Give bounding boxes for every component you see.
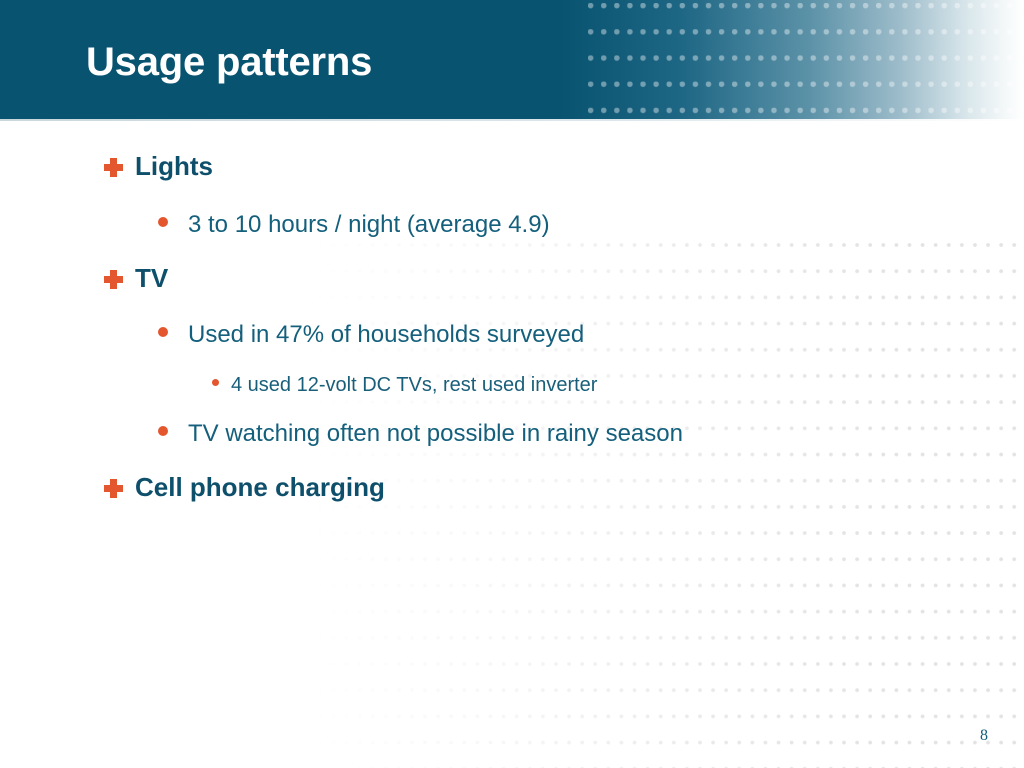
small-dot-icon xyxy=(212,379,219,386)
list-item-label: 4 used 12-volt DC TVs, rest used inverte… xyxy=(231,374,598,396)
list-item-label: TV watching often not possible in rainy … xyxy=(188,420,683,447)
background-dot-pattern xyxy=(0,238,1024,768)
list-item: Cell phone charging xyxy=(104,472,385,502)
dot-icon xyxy=(158,217,168,227)
list-item: TV watching often not possible in rainy … xyxy=(158,420,683,448)
dot-icon xyxy=(158,426,168,436)
list-item-label: Used in 47% of households surveyed xyxy=(188,321,585,348)
plus-icon xyxy=(104,158,123,177)
slide-body: Lights 3 to 10 hours / night (average 4.… xyxy=(0,119,1024,768)
list-item: 3 to 10 hours / night (average 4.9) xyxy=(158,211,550,239)
list-item-label: TV xyxy=(135,263,169,293)
list-item: Used in 47% of households surveyed xyxy=(158,321,584,349)
plus-icon xyxy=(104,270,123,289)
slide: Usage patterns Lights 3 to 10 hours / ni… xyxy=(0,0,1024,768)
page-title: Usage patterns xyxy=(86,40,373,84)
dot-icon xyxy=(158,327,168,337)
list-item: 4 used 12-volt DC TVs, rest used inverte… xyxy=(212,373,597,397)
list-item-label: 3 to 10 hours / night (average 4.9) xyxy=(188,211,550,238)
list-item-label: Cell phone charging xyxy=(135,472,385,502)
list-item-label: Lights xyxy=(135,151,213,181)
list-item: Lights xyxy=(104,151,213,181)
header-dot-pattern xyxy=(588,0,1024,119)
plus-icon xyxy=(104,479,123,498)
slide-header: Usage patterns xyxy=(0,0,1024,119)
page-number: 8 xyxy=(980,727,988,744)
list-item: TV xyxy=(104,263,168,293)
